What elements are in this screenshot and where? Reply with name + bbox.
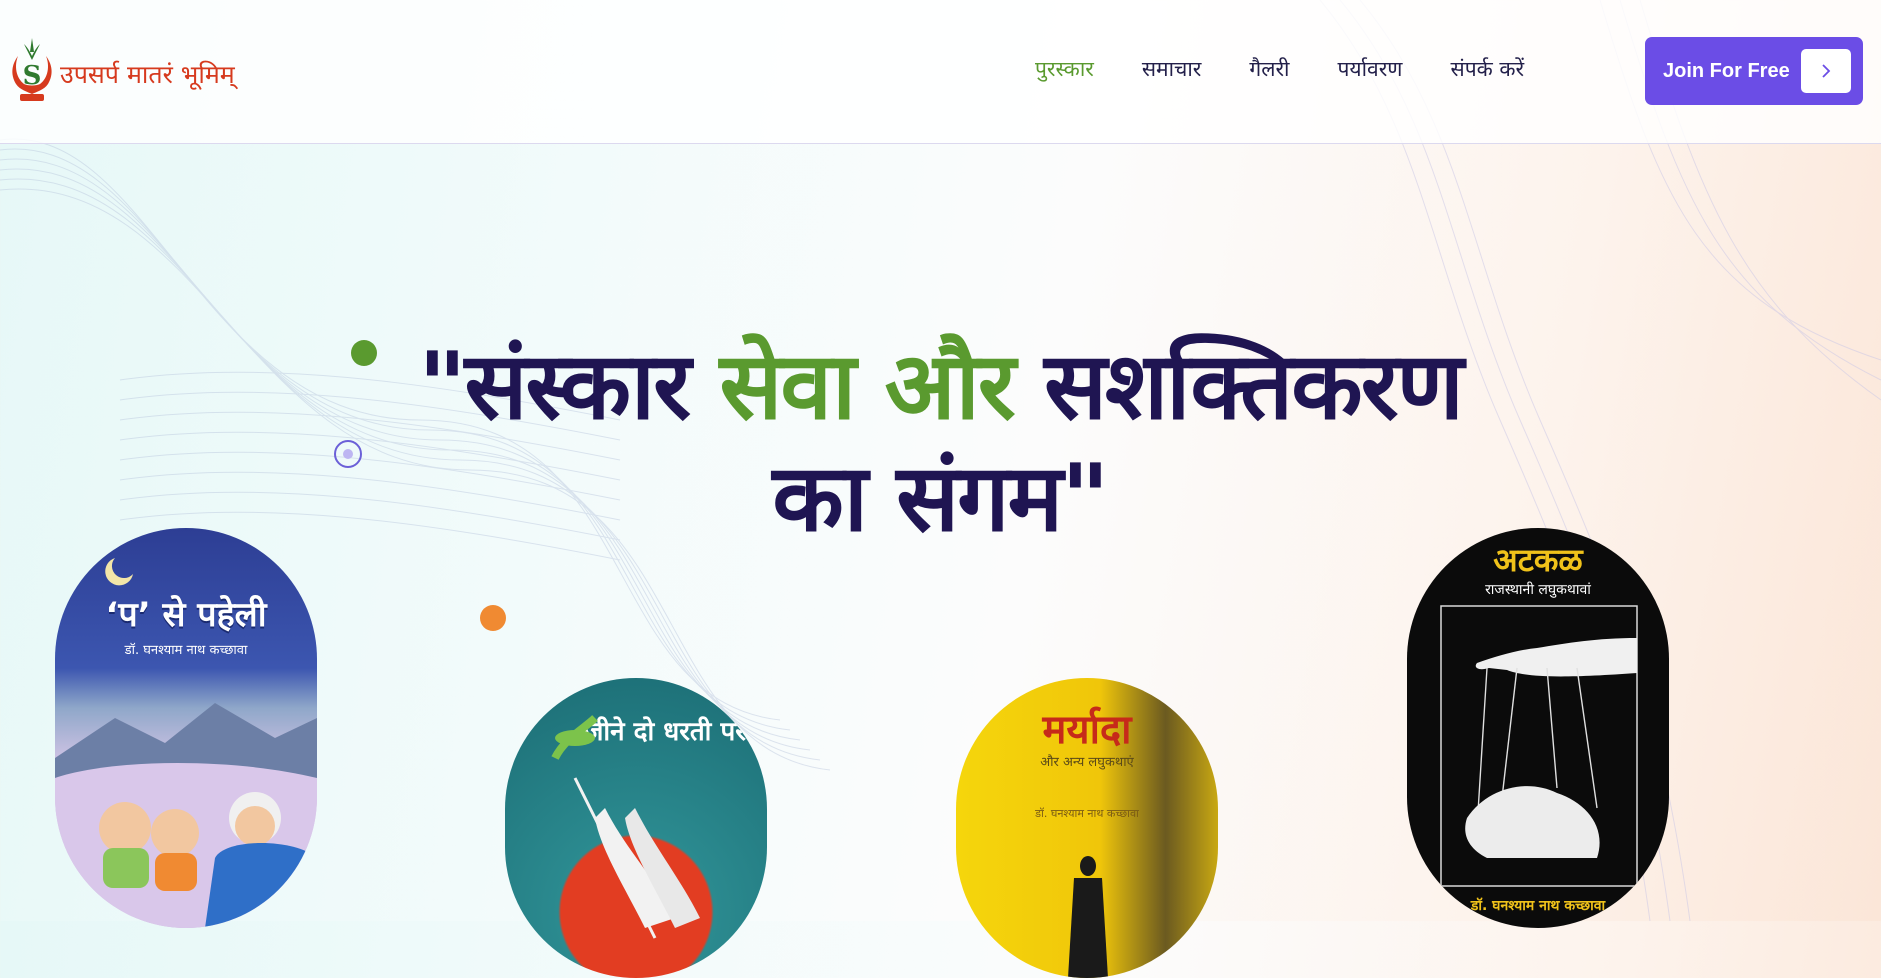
book-cover-maryada[interactable]: मर्यादा और अन्य लघुकथाएं डॉ. घनश्याम नाथ…: [956, 678, 1218, 978]
main-nav: पुरस्कार समाचार गैलरी पर्यावरण संपर्क कर…: [1035, 55, 1572, 83]
nav-item-awards[interactable]: पुरस्कार: [1035, 55, 1094, 83]
hero-line2: का संगम": [772, 444, 1109, 553]
book-cover-illustration: [55, 558, 317, 928]
nav-item-news[interactable]: समाचार: [1142, 55, 1202, 83]
hero-headline: "संस्कार सेवा और सशक्तिकरण का संगम": [330, 330, 1550, 554]
chevron-right-icon: [1801, 49, 1851, 93]
join-button-label: Join For Free: [1663, 59, 1790, 82]
logo-emblem-icon: S: [12, 38, 52, 101]
book-cover-illustration: [1068, 856, 1108, 978]
book-cover-illustration: [1440, 605, 1638, 887]
join-for-free-button[interactable]: Join For Free: [1645, 37, 1863, 105]
hero-line1-green: सेवा और: [719, 332, 1016, 441]
hero-line1-part2: सशक्तिकरण: [1044, 332, 1464, 441]
decor-dot-orange: [480, 605, 506, 631]
book-cover-atkal[interactable]: अटकळ राजस्थानी लघुकथावां डॉ. घनश्याम नाथ…: [1407, 528, 1669, 928]
book-cover-jeene-do[interactable]: जीने दो धरती पर: [505, 678, 767, 978]
book-cover-illustration: [551, 715, 700, 939]
nav-item-environment[interactable]: पर्यावरण: [1338, 55, 1403, 83]
svg-text:S: S: [23, 61, 42, 91]
hero-line1-part1: "संस्कार: [418, 332, 691, 441]
book-cover-pahel[interactable]: ‘प’ से पहेली डॉ. घनश्याम नाथ कच्छावा: [55, 528, 317, 928]
site-header: S उपसर्प मातरं भूमिम् पुरस्कार समाचार गै…: [0, 0, 1881, 144]
site-logo[interactable]: S उपसर्प मातरं भूमिम्: [8, 34, 235, 108]
logo-text: उपसर्प मातरं भूमिम्: [60, 60, 235, 89]
nav-item-contact[interactable]: संपर्क करें: [1451, 55, 1525, 83]
nav-item-gallery[interactable]: गैलरी: [1249, 55, 1289, 83]
